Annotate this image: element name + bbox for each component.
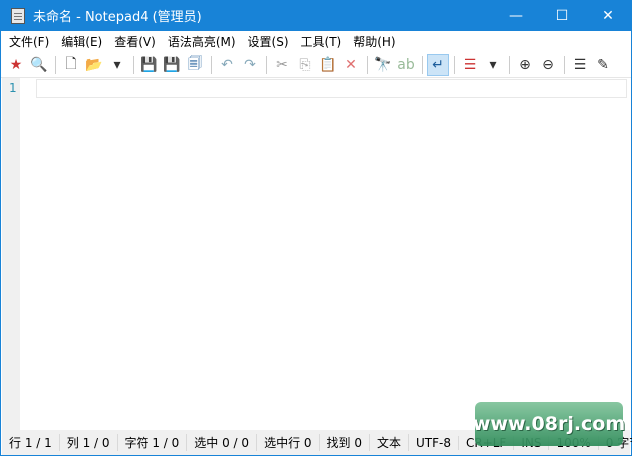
dropdown-icon: ▾ xyxy=(489,56,497,73)
toolbar-separator xyxy=(564,55,565,74)
replace-button[interactable]: ab xyxy=(395,54,417,76)
zoom-out-button[interactable]: ⊖ xyxy=(537,54,559,76)
redo-icon: ↷ xyxy=(244,56,256,73)
maximize-button[interactable]: ☐ xyxy=(539,0,585,31)
paste-icon: 📋 xyxy=(319,56,337,73)
redo-button[interactable]: ↷ xyxy=(239,54,261,76)
find-icon: 🔭 xyxy=(374,56,392,73)
word-wrap-button[interactable]: ↵ xyxy=(427,53,449,76)
replace-icon: ab xyxy=(397,56,415,73)
status-field: 行 1 / 1 xyxy=(2,434,60,451)
settings-icon: ☰ xyxy=(573,56,587,73)
menu-item[interactable]: 编辑(E) xyxy=(55,33,108,50)
dropdown-button[interactable]: ▾ xyxy=(106,54,128,76)
edit-settings-icon: ✎ xyxy=(597,56,609,73)
menu-item[interactable]: 文件(F) xyxy=(3,33,55,50)
toolbar-separator xyxy=(367,55,368,74)
browse-button[interactable]: 🔍 xyxy=(28,54,50,76)
watermark: www.08rj.com xyxy=(473,402,625,446)
delete-button[interactable]: ✕ xyxy=(340,54,362,76)
zoom-out-icon: ⊖ xyxy=(542,56,554,73)
close-button[interactable]: ✕ xyxy=(585,0,631,31)
find-button[interactable]: 🔭 xyxy=(372,54,394,76)
open-file-icon: 📂 xyxy=(85,56,103,73)
scheme-icon: ☰ xyxy=(463,56,477,73)
toolbar-separator xyxy=(133,55,134,74)
save-as-button[interactable]: 💾 xyxy=(161,54,183,76)
toolbar: ★ 🔍 🗋 📂 ▾ 💾 💾 🗐 ↶ ↷ ✂ ⎘ 📋 ✕ 🔭 ab ↵ ☰ ▾ ⊕ ⊖ ☰ ✎ xyxy=(1,52,631,78)
toolbar-separator xyxy=(422,55,423,74)
open-file-button[interactable]: 📂 xyxy=(83,54,105,76)
line-number: 1 xyxy=(9,81,17,95)
save-all-button[interactable]: 🗐 xyxy=(184,54,206,76)
browse-icon: 🔍 xyxy=(30,56,48,73)
menu-item[interactable]: 设置(S) xyxy=(242,33,295,50)
paste-button[interactable]: 📋 xyxy=(317,54,339,76)
toolbar-separator xyxy=(55,55,56,74)
toolbar-separator xyxy=(211,55,212,74)
notepad-app-icon xyxy=(11,7,25,24)
toolbar-separator xyxy=(454,55,455,74)
dropdown-button[interactable]: ▾ xyxy=(482,54,504,76)
menu-item[interactable]: 工具(T) xyxy=(295,33,348,50)
status-field: 列 1 / 0 xyxy=(60,434,118,451)
cut-icon: ✂ xyxy=(276,56,288,73)
save-all-icon: 🗐 xyxy=(188,55,202,72)
menu-item[interactable]: 语法高亮(M) xyxy=(162,33,242,50)
favorites-icon: ★ xyxy=(9,56,23,73)
zoom-in-button[interactable]: ⊕ xyxy=(514,54,536,76)
status-field: 文本 xyxy=(370,434,409,451)
delete-icon: ✕ xyxy=(345,56,357,73)
notepad4-window: 未命名 - Notepad4 (管理员) — ☐ ✕ 文件(F) 编辑(E) 查看(… xyxy=(0,0,632,456)
current-line-highlight xyxy=(36,79,627,98)
zoom-in-icon: ⊕ xyxy=(519,56,531,73)
save-as-icon: 💾 xyxy=(163,56,181,73)
word-wrap-icon: ↵ xyxy=(432,56,444,73)
status-field: 找到 0 xyxy=(320,434,370,451)
status-field: 字符 1 / 0 xyxy=(118,434,188,451)
edit-settings-button[interactable]: ✎ xyxy=(592,54,614,76)
dropdown-icon: ▾ xyxy=(113,56,121,73)
copy-icon: ⎘ xyxy=(299,56,311,73)
status-field: UTF-8 xyxy=(409,435,459,450)
menu-bar: 文件(F) 编辑(E) 查看(V) 语法高亮(M) 设置(S) 工具(T) 帮助(H) xyxy=(1,31,631,52)
title-bar: 未命名 - Notepad4 (管理员) — ☐ ✕ xyxy=(1,0,631,31)
save-button[interactable]: 💾 xyxy=(138,54,160,76)
new-file-button[interactable]: 🗋 xyxy=(60,54,82,76)
toolbar-separator xyxy=(509,55,510,74)
line-number-gutter: 1 xyxy=(2,78,20,430)
settings-button[interactable]: ☰ xyxy=(569,54,591,76)
undo-icon: ↶ xyxy=(221,56,233,73)
new-file-icon: 🗋 xyxy=(65,55,77,72)
menu-item[interactable]: 帮助(H) xyxy=(347,33,401,50)
status-field: 选中 0 / 0 xyxy=(187,434,258,451)
editor[interactable]: 1 xyxy=(2,78,630,430)
toolbar-separator xyxy=(266,55,267,74)
undo-button[interactable]: ↶ xyxy=(216,54,238,76)
scheme-button[interactable]: ☰ xyxy=(459,54,481,76)
status-field: 选中行 0 xyxy=(257,434,320,451)
minimize-button[interactable]: — xyxy=(493,0,539,31)
menu-item[interactable]: 查看(V) xyxy=(108,33,162,50)
save-icon: 💾 xyxy=(140,56,158,73)
window-title: 未命名 - Notepad4 (管理员) xyxy=(33,10,202,25)
favorites-button[interactable]: ★ xyxy=(5,54,27,76)
cut-button[interactable]: ✂ xyxy=(271,54,293,76)
copy-button[interactable]: ⎘ xyxy=(294,54,316,76)
